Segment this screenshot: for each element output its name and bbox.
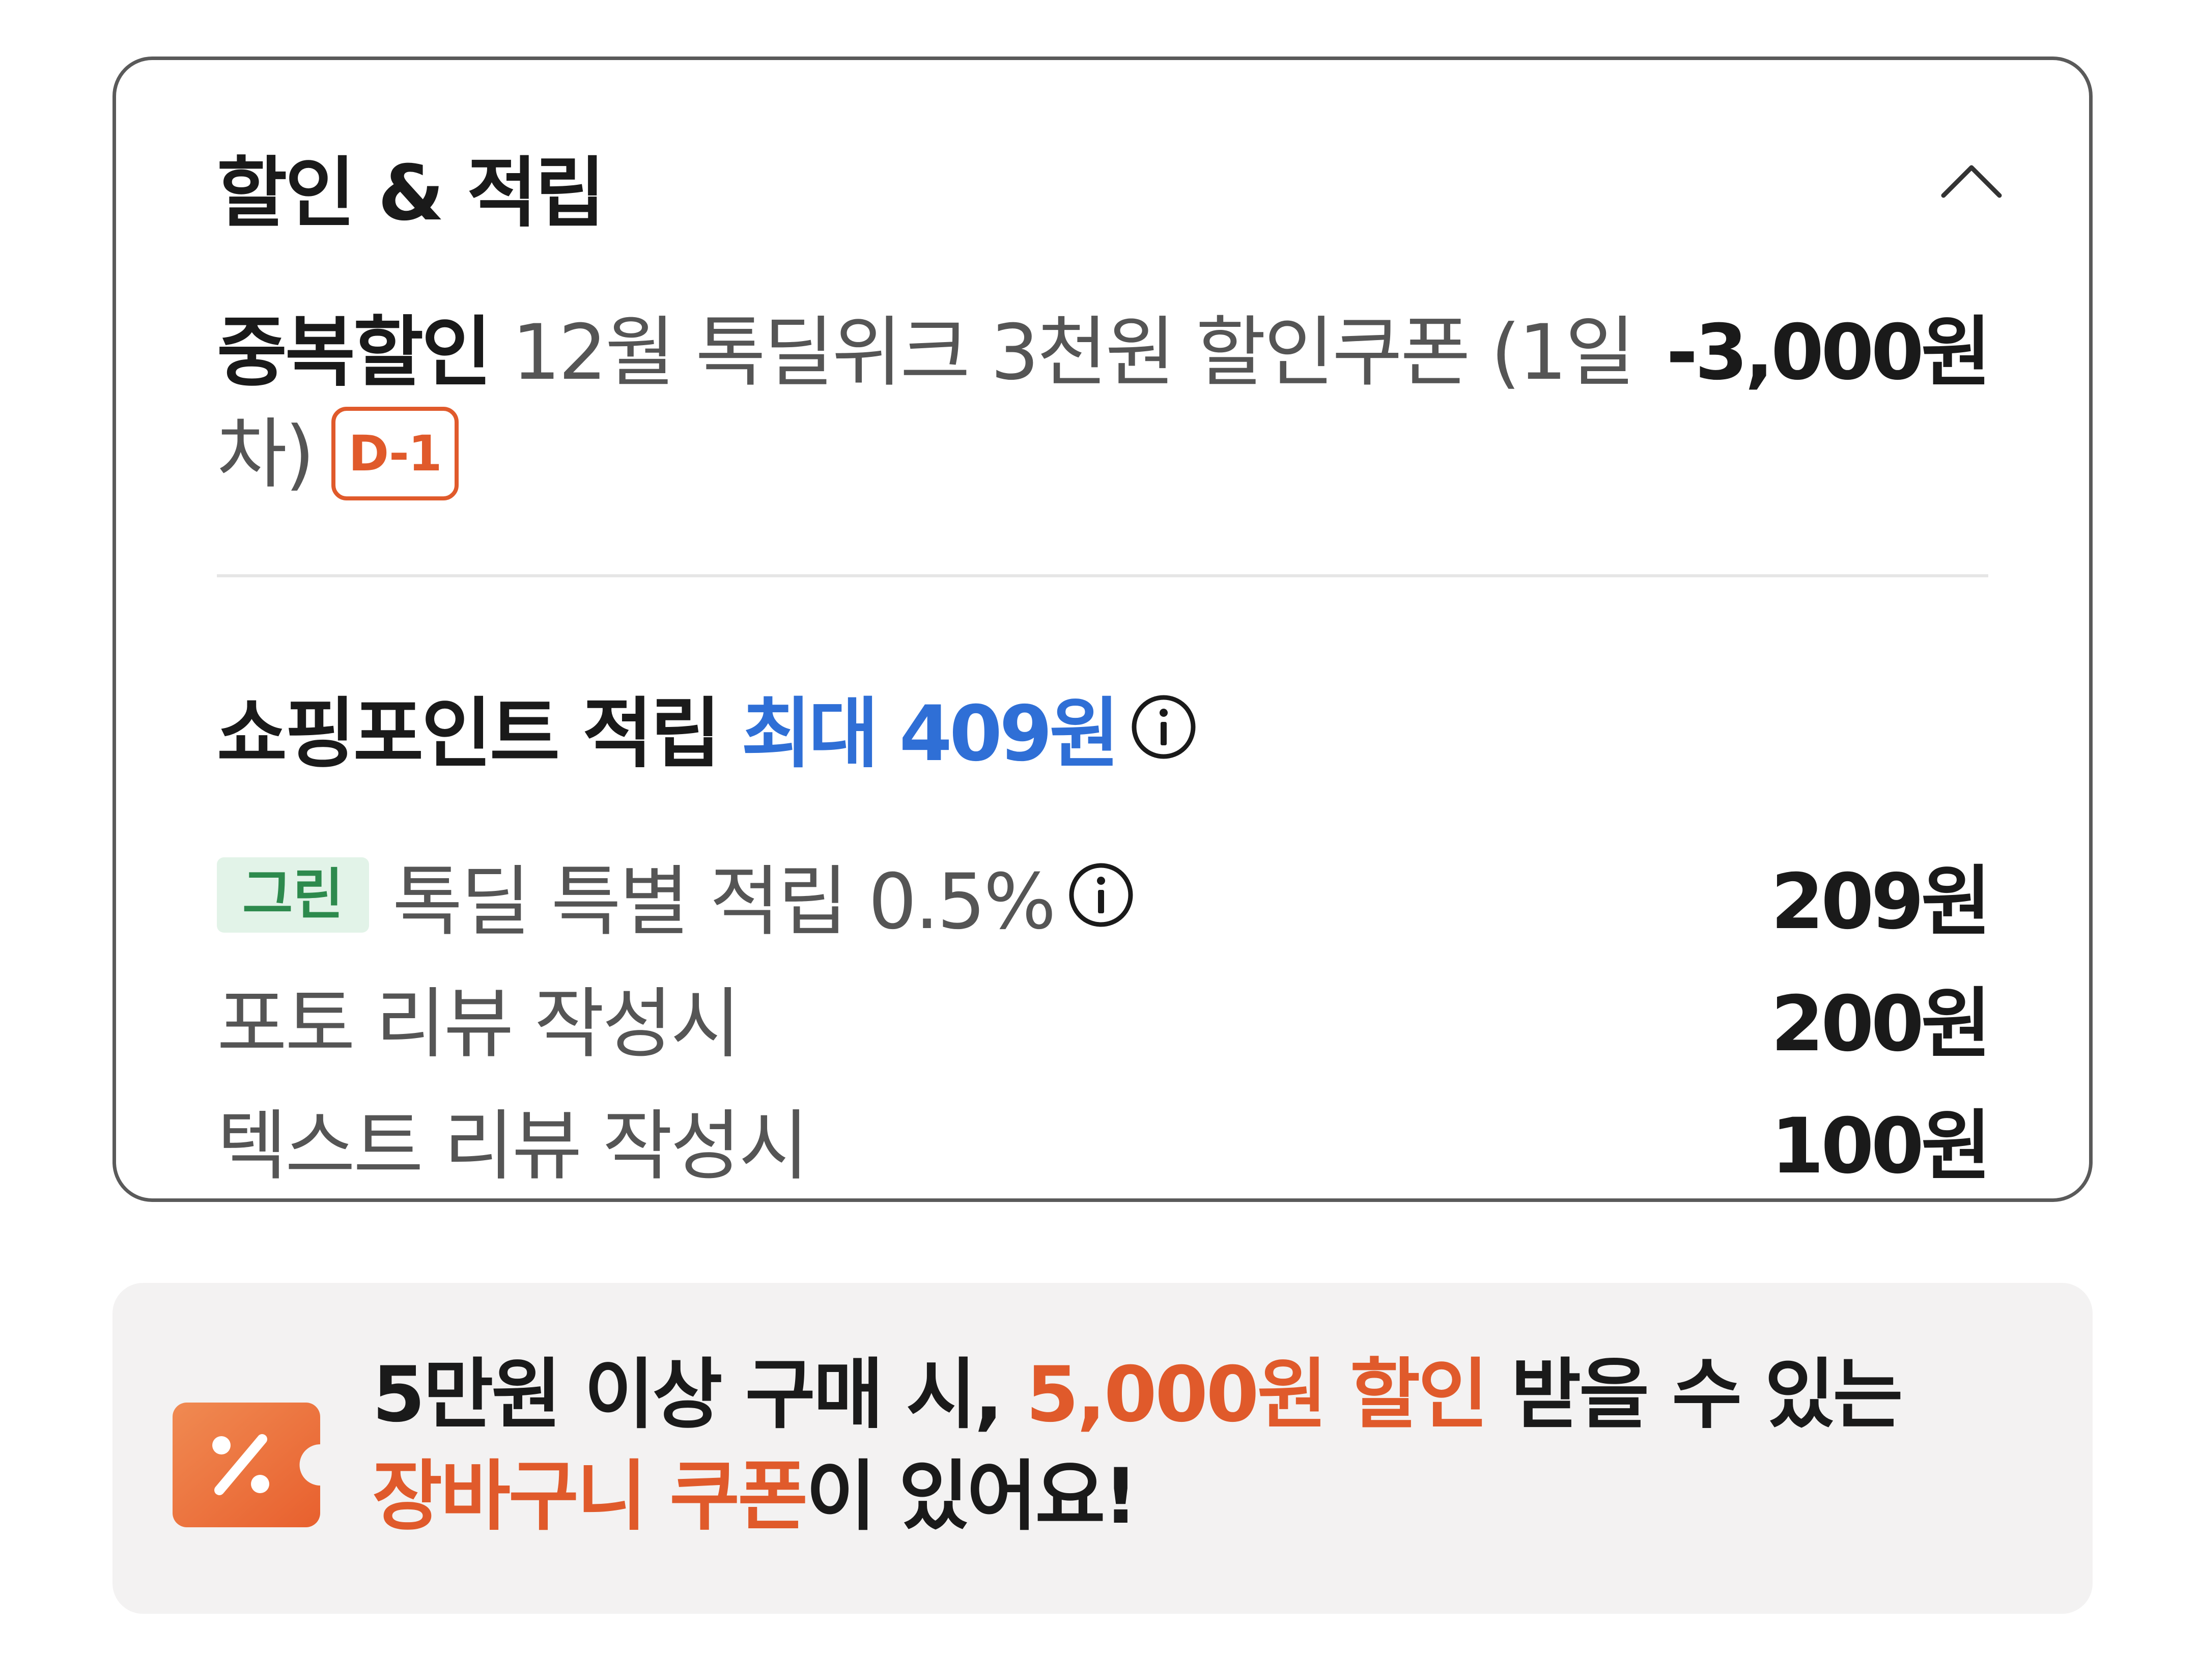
coupon-percent-icon — [173, 1403, 320, 1527]
point-row-amount: 100원 — [1770, 1102, 1991, 1191]
banner-highlight-discount: 5,000원 할인 — [1026, 1351, 1488, 1439]
point-row-label: 포토 리뷰 작성시 — [217, 979, 741, 1069]
info-icon[interactable] — [1067, 861, 1135, 929]
dday-badge: D-1 — [331, 406, 459, 500]
discount-label: 중복할인 — [217, 309, 492, 397]
banner-highlight-coupon: 장바구니 쿠폰 — [372, 1452, 808, 1541]
point-row-photo-review: 포토 리뷰 작성시 200원 — [217, 966, 1991, 1069]
point-row-label: 톡딜 특별 적립 0.5% — [392, 857, 1056, 946]
info-icon[interactable] — [1130, 693, 1197, 761]
discount-points-card: 할인 & 적립 중복할인 12월 톡딜위크 3천원 할인쿠폰 (1일차) D-1 … — [112, 57, 2093, 1202]
chevron-up-icon[interactable] — [1938, 160, 2005, 201]
banner-text-before: 5만원 이상 구매 시, — [372, 1351, 1026, 1439]
point-row-amount: 200원 — [1770, 979, 1991, 1069]
points-header: 쇼핑포인트 적립 최대 409원 — [217, 676, 1197, 778]
section-title: 할인 & 적립 — [217, 149, 605, 238]
banner-text-middle: 받을 수 있는 — [1486, 1351, 1903, 1439]
point-row-amount: 209원 — [1770, 857, 1991, 946]
discount-description: 중복할인 12월 톡딜위크 3천원 할인쿠폰 (1일차) D-1 — [217, 302, 1642, 507]
point-row-label: 텍스트 리뷰 작성시 — [217, 1102, 809, 1191]
grade-badge: 그린 — [217, 857, 369, 933]
points-max-amount: 최대 409원 — [741, 689, 1119, 778]
point-row-special: 그린 톡딜 특별 적립 0.5% 209원 — [217, 844, 1991, 946]
discount-amount: -3,000원 — [1666, 309, 1991, 397]
banner-text-after: 이 있어요! — [806, 1452, 1138, 1541]
points-title: 쇼핑포인트 적립 — [217, 689, 721, 778]
cart-coupon-banner[interactable]: 5만원 이상 구매 시, 5,000원 할인 받을 수 있는 장바구니 쿠폰이 … — [112, 1283, 2093, 1614]
point-row-text-review: 텍스트 리뷰 작성시 100원 — [217, 1088, 1991, 1191]
banner-message: 5만원 이상 구매 시, 5,000원 할인 받을 수 있는 장바구니 쿠폰이 … — [372, 1344, 2052, 1548]
divider — [217, 574, 1988, 577]
